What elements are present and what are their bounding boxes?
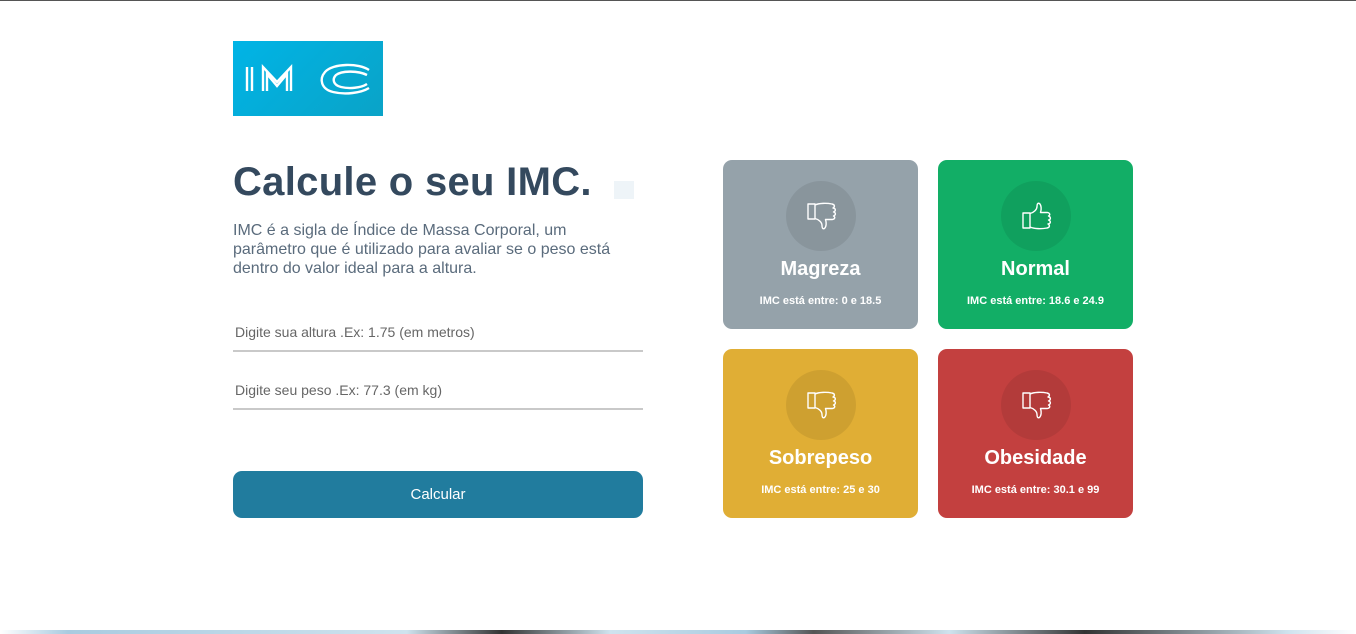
page-description: IMC é a sigla de Índice de Massa Corpora… — [233, 222, 611, 277]
category-range: IMC está entre: 0 e 18.5 — [723, 295, 918, 307]
ghost-watermark — [614, 181, 642, 199]
category-range: IMC está entre: 30.1 e 99 — [938, 484, 1133, 496]
category-name: Magreza — [780, 258, 861, 280]
category-card-obesidade: Obesidade IMC está entre: 30.1 e 99 — [938, 349, 1133, 518]
category-range: IMC está entre: 25 e 30 — [723, 484, 918, 496]
imc-logo — [233, 41, 383, 116]
category-card-sobrepeso: Sobrepeso IMC está entre: 25 e 30 — [723, 349, 918, 518]
range-values: 18.6 e 24.9 — [1048, 295, 1104, 307]
category-name: Normal — [1001, 258, 1070, 280]
category-card-magreza: Magreza IMC está entre: 0 e 18.5 — [723, 160, 918, 329]
category-card-normal: Normal IMC está entre: 18.6 e 24.9 — [938, 160, 1133, 329]
imc-logo-mark — [245, 63, 370, 95]
range-values: 30.1 e 99 — [1053, 484, 1100, 496]
thumbs-down-icon — [1001, 370, 1071, 440]
calculate-button[interactable]: Calcular — [233, 471, 643, 518]
thumbs-up-icon — [1001, 181, 1071, 251]
height-input[interactable] — [233, 314, 643, 352]
range-label: IMC está entre: — [761, 484, 844, 496]
range-values: 25 e 30 — [843, 484, 880, 496]
page-title: Calcule o seu IMC. — [233, 160, 592, 204]
weight-input[interactable] — [233, 372, 643, 410]
category-name: Obesidade — [984, 447, 1087, 469]
range-label: IMC está entre: — [759, 295, 842, 307]
range-values: 0 e 18.5 — [841, 295, 882, 307]
range-label: IMC está entre: — [967, 295, 1049, 307]
thumbs-down-icon — [786, 181, 856, 251]
category-name: Sobrepeso — [768, 447, 873, 469]
top-border — [0, 0, 1356, 1]
category-range: IMC está entre: 18.6 e 24.9 — [938, 295, 1133, 307]
bottom-strip — [0, 630, 1356, 634]
range-label: IMC está entre: — [971, 484, 1054, 496]
thumbs-down-icon — [786, 370, 856, 440]
